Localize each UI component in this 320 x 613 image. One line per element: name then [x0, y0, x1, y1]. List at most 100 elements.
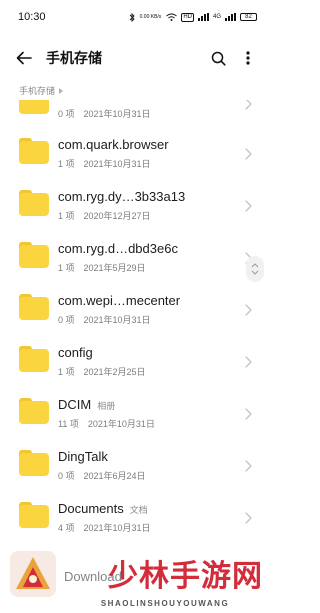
folder-meta: 4 项 2021年10月31日 — [58, 521, 151, 534]
chevron-right-icon — [245, 512, 252, 524]
folder-tag: 相册 — [97, 401, 116, 411]
folder-meta: 0 项 2021年6月24日 — [58, 469, 146, 482]
list-item[interactable]: 0 项 2021年10月31日 — [0, 100, 271, 134]
signal-1-icon — [197, 13, 209, 21]
more-options-button[interactable] — [233, 40, 263, 76]
watermark-title: 少林手游网 — [108, 559, 263, 594]
list-item[interactable]: DCIM 相册 11 项 2021年10月31日 — [0, 392, 271, 444]
folder-icon — [19, 346, 49, 372]
folder-meta: 0 项 2021年10月31日 — [58, 107, 151, 120]
folder-tag: 文档 — [129, 505, 148, 515]
chevron-right-icon — [245, 100, 252, 110]
folder-name: com.wepi…mecenter — [58, 293, 186, 308]
watermark-banner: Download 少林手游网 SHAOLINSHOUYOUWANG — [6, 547, 267, 609]
folder-name-text: com.quark.browser — [58, 137, 169, 152]
item-count: 11 项 — [58, 419, 79, 429]
modified-date: 2021年10月31日 — [83, 523, 151, 533]
folder-name-text: Documents — [58, 501, 124, 516]
folder-icon — [19, 100, 49, 114]
chevron-right-icon — [245, 408, 252, 420]
logo-icon — [16, 557, 50, 589]
modified-date: 2021年10月31日 — [87, 419, 155, 429]
wifi-icon — [166, 13, 178, 21]
folder-icon — [19, 190, 49, 216]
modified-date: 2021年6月24日 — [83, 471, 146, 481]
folder-name — [58, 100, 64, 102]
breadcrumb-root[interactable]: 手机存储 — [19, 84, 55, 97]
item-count: 1 项 — [58, 211, 75, 221]
folder-name-text: config — [58, 345, 93, 360]
folder-name: com.ryg.dy…3b33a13 — [58, 189, 191, 204]
breadcrumb-arrow-icon — [59, 87, 64, 94]
list-item[interactable]: DingTalk 0 项 2021年6月24日 — [0, 444, 271, 496]
folder-name: com.ryg.d…dbd3e6c — [58, 241, 184, 256]
search-button[interactable] — [203, 40, 233, 76]
modified-date: 2020年12月27日 — [83, 211, 151, 221]
search-icon — [211, 51, 226, 66]
item-count: 1 项 — [58, 263, 75, 273]
list-item[interactable]: Documents 文档 4 项 2021年10月31日 — [0, 496, 271, 548]
back-button[interactable] — [6, 40, 42, 76]
modified-date: 2021年2月25日 — [83, 367, 146, 377]
folder-meta: 1 项 2021年5月29日 — [58, 261, 146, 274]
scroll-arrows-icon — [251, 263, 259, 275]
folder-name: com.quark.browser — [58, 137, 175, 152]
fast-scroll-handle[interactable] — [246, 256, 264, 282]
list-item[interactable]: com.ryg.dy…3b33a13 1 项 2020年12月27日 — [0, 184, 271, 236]
item-count: 1 项 — [58, 159, 75, 169]
watermark-logo — [10, 551, 56, 597]
folder-icon — [19, 138, 49, 164]
list-item[interactable]: com.quark.browser 1 项 2021年10月31日 — [0, 132, 271, 184]
folder-meta: 1 项 2021年2月25日 — [58, 365, 146, 378]
folder-name: config — [58, 345, 99, 360]
file-list[interactable]: 0 项 2021年10月31日 com.quark.browser 1 项 2021年1… — [0, 100, 271, 613]
battery-icon: 82 — [240, 13, 257, 21]
folder-name-text: DCIM — [58, 397, 92, 412]
app-bar: 手机存储 — [0, 38, 271, 78]
modified-date: 2021年10月31日 — [83, 159, 151, 169]
folder-name-text: DingTalk — [58, 449, 108, 464]
status-icons: 0.00 KB/s HD 4G 82 — [129, 12, 257, 22]
folder-name-text: com.wepi…mecenter — [58, 293, 181, 308]
folder-meta: 11 项 2021年10月31日 — [58, 417, 155, 430]
folder-name-text: com.ryg.d…dbd3e6c — [58, 241, 178, 256]
breadcrumb: 手机存储 — [19, 84, 64, 97]
folder-icon — [19, 450, 49, 476]
folder-name-text: com.ryg.dy…3b33a13 — [58, 189, 186, 204]
hd-icon: HD — [181, 12, 194, 22]
list-item[interactable]: com.wepi…mecenter 0 项 2021年10月31日 — [0, 288, 271, 340]
item-count: 0 项 — [58, 315, 75, 325]
item-count: 0 项 — [58, 109, 75, 119]
chevron-right-icon — [245, 148, 252, 160]
chevron-right-icon — [245, 200, 252, 212]
status-time: 10:30 — [18, 11, 46, 23]
chevron-right-icon — [245, 304, 252, 316]
bluetooth-icon — [129, 12, 135, 22]
folder-icon — [19, 294, 49, 320]
folder-meta: 1 项 2021年10月31日 — [58, 157, 151, 170]
folder-name: Documents 文档 — [58, 501, 148, 516]
folder-meta: 0 项 2021年10月31日 — [58, 313, 151, 326]
folder-name: DCIM 相册 — [58, 397, 115, 412]
more-vert-icon — [246, 51, 250, 65]
network-speed-indicator: 0.00 KB/s — [139, 13, 162, 20]
list-item[interactable]: config 1 项 2021年2月25日 — [0, 340, 271, 392]
modified-date: 2021年10月31日 — [83, 109, 151, 119]
page-title: 手机存储 — [46, 50, 102, 66]
status-bar: 10:30 0.00 KB/s HD 4G 82 — [0, 0, 271, 34]
modified-date: 2021年5月29日 — [83, 263, 146, 273]
folder-icon — [19, 398, 49, 424]
chevron-right-icon — [245, 460, 252, 472]
network-type-label: 4G — [212, 14, 221, 20]
folder-icon — [19, 502, 49, 528]
list-item[interactable]: com.ryg.d…dbd3e6c 1 项 2021年5月29日 — [0, 236, 271, 288]
item-count: 0 项 — [58, 471, 75, 481]
folder-icon — [19, 242, 49, 268]
folder-meta: 1 项 2020年12月27日 — [58, 209, 151, 222]
item-count: 1 项 — [58, 367, 75, 377]
arrow-back-icon — [16, 51, 32, 65]
signal-2-icon — [225, 13, 236, 21]
modified-date: 2021年10月31日 — [83, 315, 151, 325]
item-count: 4 项 — [58, 523, 75, 533]
folder-name: DingTalk — [58, 449, 114, 464]
